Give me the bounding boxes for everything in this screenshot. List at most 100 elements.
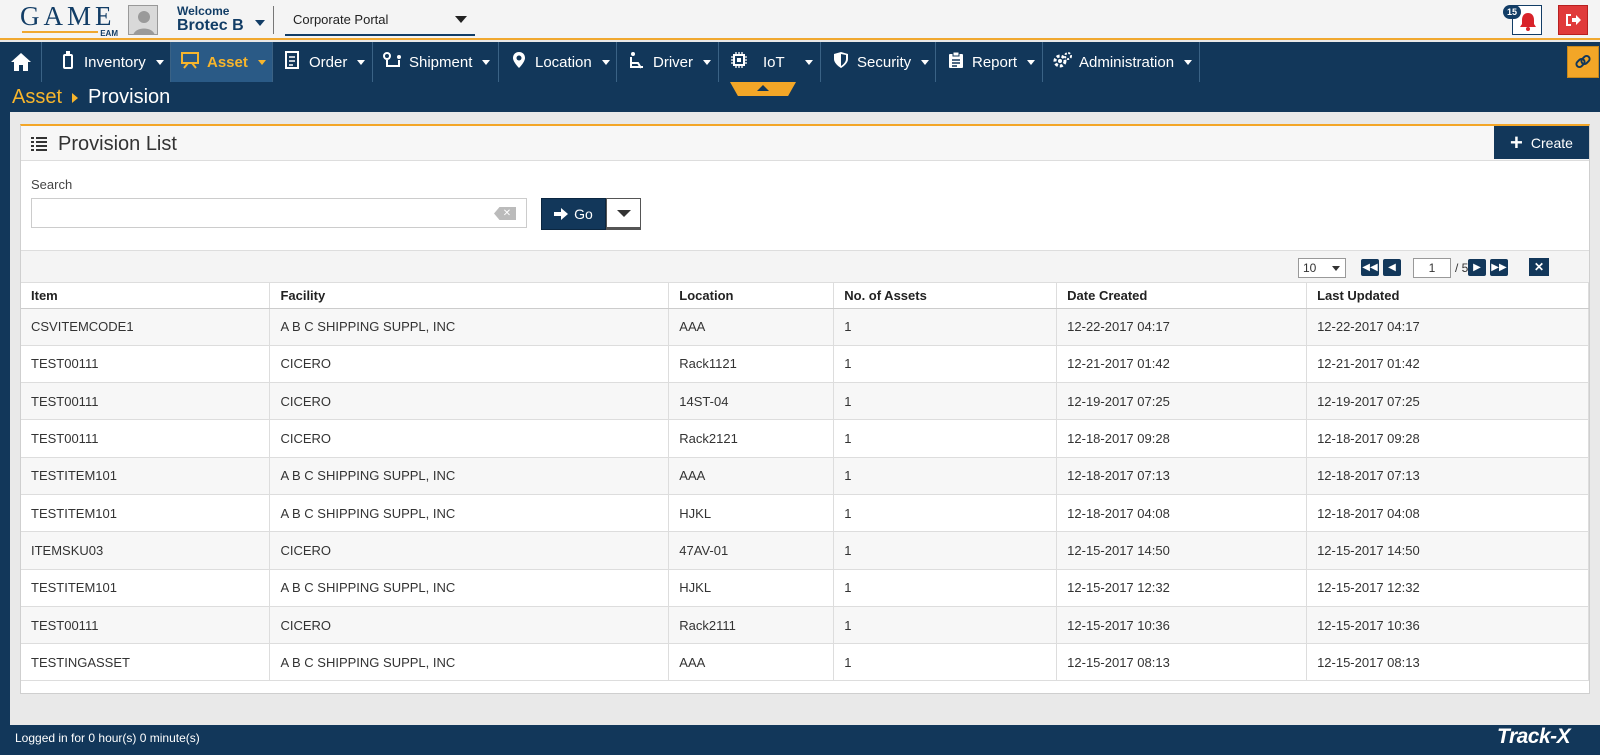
go-button[interactable]: Go xyxy=(541,198,606,230)
cell-item: ITEMSKU03 xyxy=(21,531,271,570)
nav-inventory[interactable]: Inventory xyxy=(42,42,171,82)
chevron-down-icon xyxy=(455,16,467,23)
driver-icon xyxy=(627,51,647,73)
pagination-toolbar: 10 ◀◀ ◀ 1 / 5 ▶ ▶▶ ✕ xyxy=(21,250,1589,283)
cell-location: Rack1121 xyxy=(668,345,835,384)
column-header-facility[interactable]: Facility xyxy=(269,283,670,309)
cell-facility: CICERO xyxy=(269,419,670,458)
prev-page-button[interactable]: ◀ xyxy=(1383,259,1401,276)
nav-asset[interactable]: Asset xyxy=(171,42,273,82)
nav-location[interactable]: Location xyxy=(499,42,617,82)
cell-date-created: 12-15-2017 10:36 xyxy=(1056,606,1308,645)
cell-asset-count: 1 xyxy=(833,345,1058,384)
column-header-date-created[interactable]: Date Created xyxy=(1056,283,1308,309)
right-arrow-icon: ▶ xyxy=(1473,262,1481,273)
search-input[interactable] xyxy=(32,199,472,227)
table-row[interactable]: CSVITEMCODE1 A B C SHIPPING SUPPL, INC AAA… xyxy=(21,308,1589,346)
nav-label: Administration xyxy=(1079,53,1175,71)
chip-icon xyxy=(729,51,749,73)
logo-underline xyxy=(22,31,98,33)
cell-asset-count: 1 xyxy=(833,643,1058,682)
search-field[interactable]: ✕ xyxy=(31,198,527,228)
avatar[interactable] xyxy=(128,5,158,35)
chevron-down-icon xyxy=(1332,266,1340,271)
table-row[interactable]: ITEMSKU03 CICERO 47AV-01 1 12-15-2017 14:50 1… xyxy=(21,531,1589,570)
cell-location: Rack2121 xyxy=(668,419,835,458)
double-right-arrow-icon: ▶▶ xyxy=(1491,262,1507,273)
next-page-button[interactable]: ▶ xyxy=(1468,259,1486,276)
shield-icon xyxy=(831,51,851,73)
caret-down-icon xyxy=(601,59,610,65)
left-arrow-icon: ◀ xyxy=(1388,262,1396,273)
cell-facility: A B C SHIPPING SUPPL, INC xyxy=(269,494,670,533)
last-page-button[interactable]: ▶▶ xyxy=(1490,259,1508,276)
page-size-select[interactable]: 10 xyxy=(1298,258,1346,278)
cell-last-updated: 12-15-2017 08:13 xyxy=(1306,643,1589,682)
cell-last-updated: 12-15-2017 12:32 xyxy=(1306,569,1589,607)
go-label: Go xyxy=(574,206,593,222)
nav-order[interactable]: Order xyxy=(273,42,373,82)
nav-home[interactable] xyxy=(0,42,42,82)
column-header-asset-count[interactable]: No. of Assets xyxy=(833,283,1058,309)
column-header-location[interactable]: Location xyxy=(668,283,835,309)
nav-collapse-toggle[interactable] xyxy=(730,82,796,96)
table-row[interactable]: TEST00111 CICERO Rack2121 1 12-18-2017 09:28… xyxy=(21,419,1589,458)
breadcrumb-parent[interactable]: Asset xyxy=(12,86,62,109)
cell-location: AAA xyxy=(668,643,835,682)
username[interactable]: Brotec B xyxy=(177,17,244,35)
inventory-icon xyxy=(58,51,78,73)
create-button[interactable]: + Create xyxy=(1494,126,1589,159)
column-header-last-updated[interactable]: Last Updated xyxy=(1306,283,1589,309)
table-row[interactable]: TEST00111 CICERO 14ST-04 1 12-19-2017 07:25 1… xyxy=(21,382,1589,421)
table-row[interactable]: TESTITEM101 A B C SHIPPING SUPPL, INC HJKL… xyxy=(21,569,1589,607)
nav-administration[interactable]: Administration xyxy=(1043,42,1200,82)
column-header-item[interactable]: Item xyxy=(21,283,271,309)
caret-down-icon xyxy=(921,59,930,65)
app-logo[interactable]: GAME EAM xyxy=(20,2,120,38)
caret-down-icon xyxy=(257,59,266,65)
table-row[interactable]: TEST00111 CICERO Rack1121 1 12-21-2017 01:42… xyxy=(21,345,1589,384)
cell-item: TESTITEM101 xyxy=(21,569,271,607)
cell-date-created: 12-19-2017 07:25 xyxy=(1056,382,1308,421)
location-pin-icon xyxy=(509,51,529,73)
cell-asset-count: 1 xyxy=(833,308,1058,346)
logout-button[interactable] xyxy=(1558,5,1588,35)
shipment-icon xyxy=(383,51,403,73)
panel-header: Provision List + Create xyxy=(21,126,1589,161)
current-page-input[interactable]: 1 xyxy=(1413,258,1451,278)
nav-report[interactable]: Report xyxy=(936,42,1043,82)
cell-facility: CICERO xyxy=(269,345,670,384)
search-options-dropdown[interactable] xyxy=(606,198,641,230)
cell-location: HJKL xyxy=(668,494,835,533)
table-row[interactable]: TEST00111 CICERO Rack2111 1 12-15-2017 10:36… xyxy=(21,606,1589,645)
cell-facility: CICERO xyxy=(269,531,670,570)
link-button[interactable] xyxy=(1567,46,1599,78)
table-row[interactable]: TESTITEM101 A B C SHIPPING SUPPL, INC AAA 1… xyxy=(21,457,1589,495)
first-page-button[interactable]: ◀◀ xyxy=(1361,259,1379,276)
nav-security[interactable]: Security xyxy=(821,42,936,82)
cell-date-created: 12-15-2017 08:13 xyxy=(1056,643,1308,682)
table-row[interactable]: TESTITEM101 A B C SHIPPING SUPPL, INC HJKL… xyxy=(21,494,1589,533)
table-row[interactable]: TESTINGASSET A B C SHIPPING SUPPL, INC AAA… xyxy=(21,643,1589,682)
caret-down-icon xyxy=(804,59,813,65)
link-chain-icon xyxy=(1575,54,1591,69)
portal-select[interactable]: Corporate Portal xyxy=(285,4,475,36)
nav-iot[interactable]: IoT xyxy=(719,42,821,82)
clear-search-icon[interactable]: ✕ xyxy=(494,207,516,220)
cell-facility: CICERO xyxy=(269,606,670,645)
cell-location: 47AV-01 xyxy=(668,531,835,570)
cell-item: TEST00111 xyxy=(21,382,271,421)
total-pages: / 5 xyxy=(1455,261,1469,275)
cell-last-updated: 12-15-2017 14:50 xyxy=(1306,531,1589,570)
brand-logo: Track-X xyxy=(1497,725,1571,748)
cell-location: HJKL xyxy=(668,569,835,607)
close-grid-button[interactable]: ✕ xyxy=(1529,258,1549,276)
user-menu-caret-icon[interactable] xyxy=(255,20,265,26)
chevron-down-icon xyxy=(617,210,631,217)
page-title: Provision List xyxy=(58,133,177,155)
nav-driver[interactable]: Driver xyxy=(617,42,719,82)
nav-shipment[interactable]: Shipment xyxy=(373,42,499,82)
arrow-right-icon xyxy=(554,208,569,220)
order-icon xyxy=(283,51,303,73)
logout-icon xyxy=(1566,14,1581,26)
